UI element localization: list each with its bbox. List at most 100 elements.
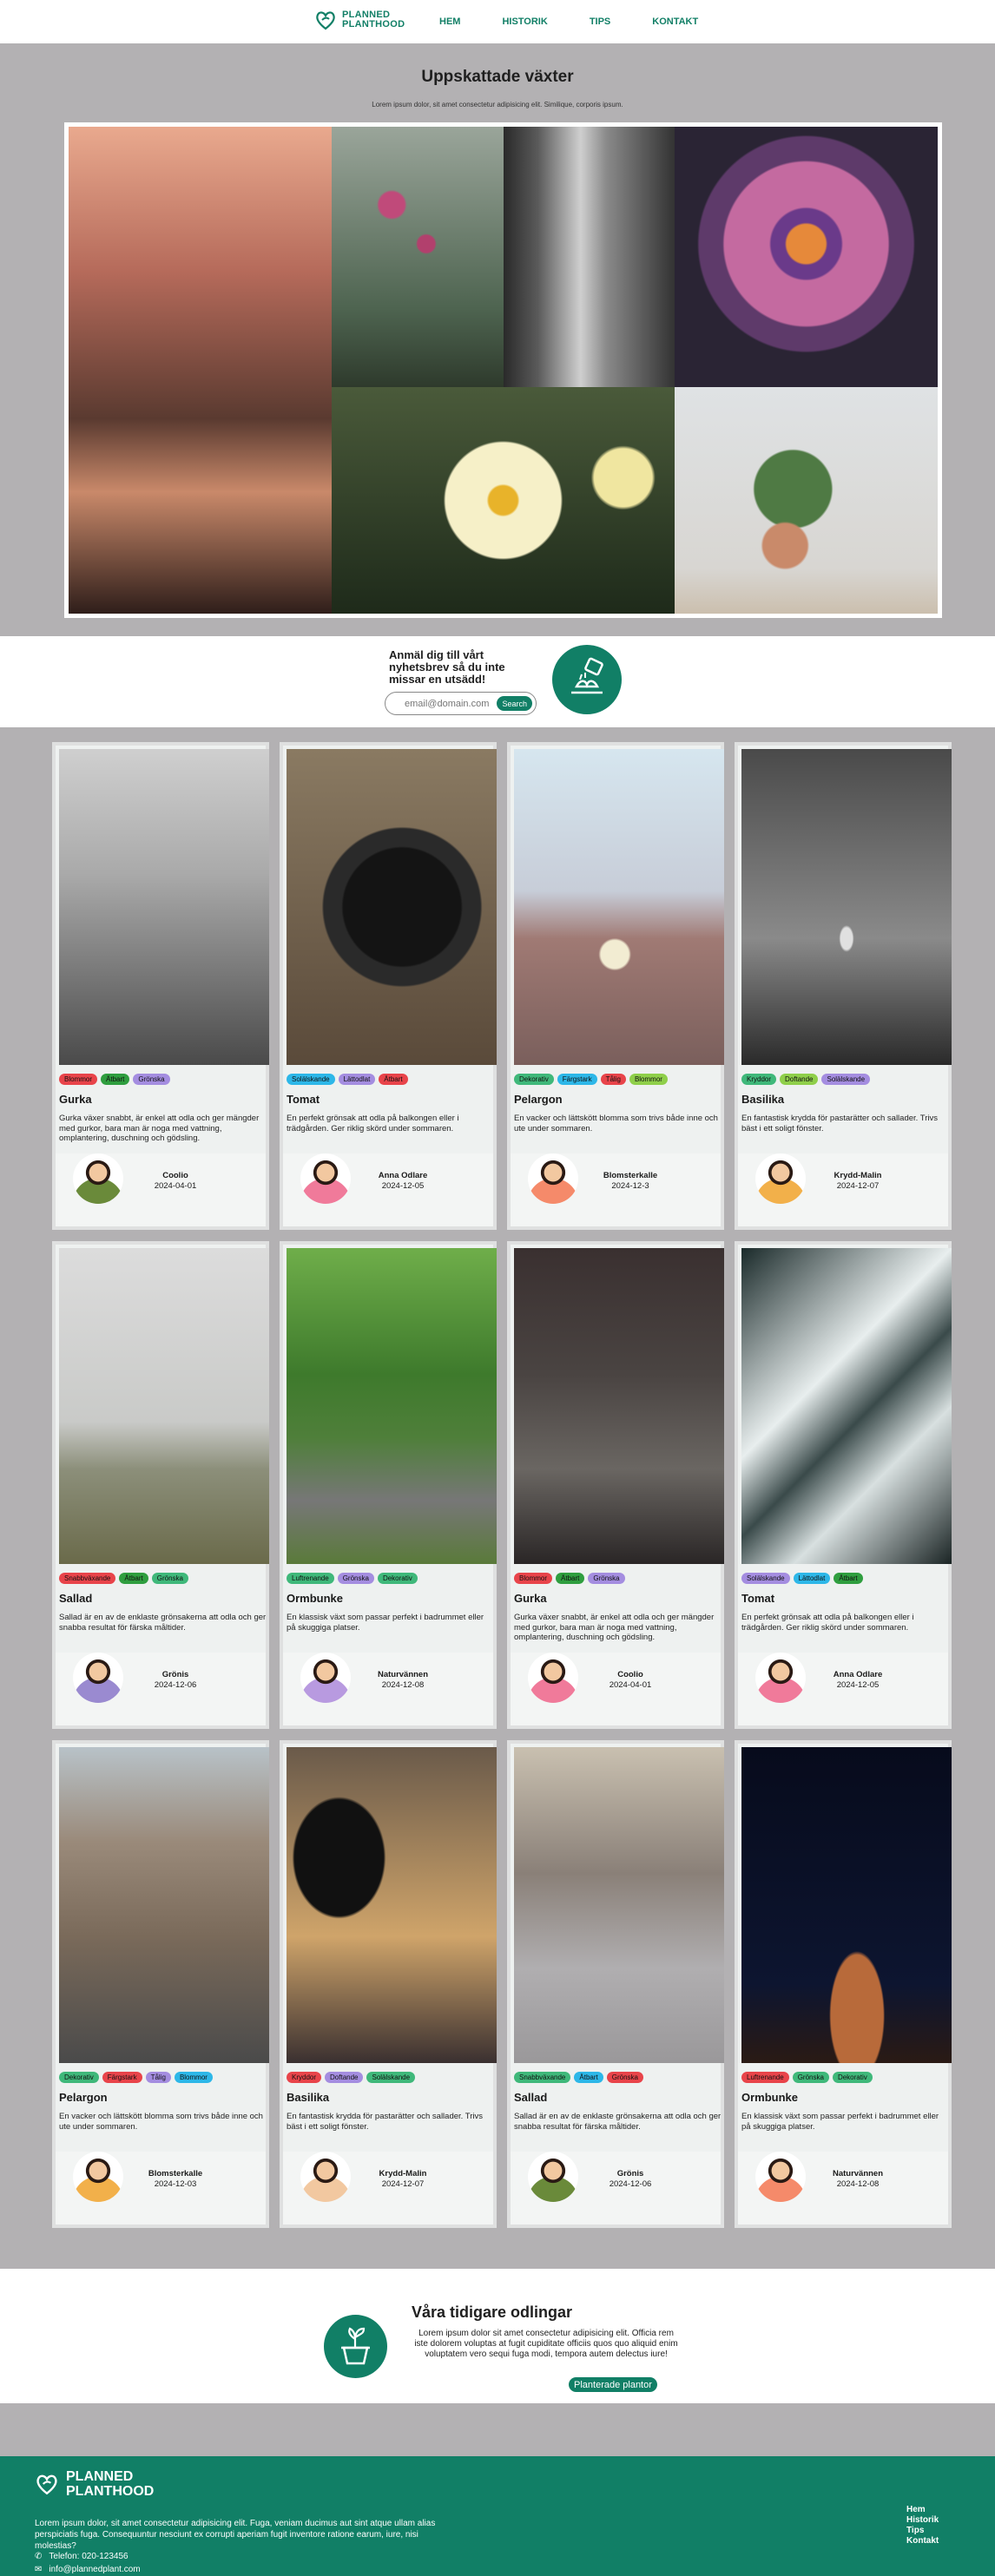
footer-link-hem[interactable]: Hem [906,2505,939,2515]
card-description: Gurka växer snabbt, är enkel att odla oc… [514,1613,715,1642]
tag-badge[interactable]: Grönska [606,2072,643,2083]
tag-badge[interactable]: Blommor [514,1573,553,1584]
card-description: Sallad är en av de enklaste grönsakerna … [514,2112,722,2132]
tag-badge[interactable]: Färgstark [557,1074,597,1085]
footer-logo-line2: PLANTHOOD [66,2484,155,2499]
newsletter-section: Anmäl dig till vårt nyhetsbrev så du int… [0,636,995,727]
card-title: Ormbunke [287,1592,344,1605]
newsletter-form: Search [385,692,537,715]
gallery-image-white-dahlia[interactable] [332,387,675,614]
tag-badge[interactable]: Grönska [133,1074,170,1085]
plant-card[interactable]: Blommor Ätbart Grönska Gurka Gurka växer s… [52,742,269,1230]
tag-badge[interactable]: Dekorativ [377,1573,418,1584]
top-nav: PLANNED PLANTHOOD HEM HISTORIK TIPS KONTA… [0,0,995,43]
tag-badge[interactable]: Färgstark [102,2072,142,2083]
nav-link-hem[interactable]: HEM [439,16,460,27]
avatar [528,1153,578,1204]
previous-section: Våra tidigare odlingar Lorem ipsum dolor… [0,2269,995,2403]
tag-badge[interactable]: Dekorativ [514,1074,554,1085]
card-tags: Dekorativ Färgstark Tålig Blommor [59,2072,213,2083]
email-text[interactable]: info@plannedplant.com [49,2565,140,2574]
plant-card[interactable]: Luftrenande Grönska Dekorativ Ormbunke En … [735,1740,952,2228]
search-button[interactable]: Search [497,696,532,711]
card-tags: Luftrenande Grönska Dekorativ [741,2072,873,2083]
tag-badge[interactable]: Luftrenande [741,2072,789,2083]
gallery-image-purple-flower[interactable] [675,127,938,387]
tag-badge[interactable]: Snabbväxande [514,2072,571,2083]
newsletter-text: Anmäl dig till vårt nyhetsbrev så du int… [389,648,505,686]
plant-card[interactable]: Solälskande Lättodlat Ätbart Tomat En perf… [280,742,497,1230]
footer-logo[interactable]: PLANNED PLANTHOOD [35,2469,154,2499]
tag-badge[interactable]: Blommor [174,2072,213,2083]
tag-badge[interactable]: Ätbart [574,2072,603,2083]
tag-badge[interactable]: Blommor [59,1074,98,1085]
card-description: En fantastisk krydda för pastarätter och… [741,1114,938,1134]
author-name: Naturvännen [832,2169,884,2178]
plant-card[interactable]: Blommor Ätbart Grönska Gurka Gurka växer s… [507,1241,724,1729]
tag-badge[interactable]: Ätbart [556,1573,585,1584]
avatar [300,2152,351,2202]
card-author: Naturvännen 2024-12-08 [738,2152,948,2224]
card-title: Tomat [287,1093,320,1106]
tag-badge[interactable]: Dekorativ [59,2072,99,2083]
tag-badge[interactable]: Solälskande [821,1074,871,1085]
tag-badge[interactable]: Lättodlat [793,1573,831,1584]
card-tags: Dekorativ Färgstark Tålig Blommor [514,1074,668,1085]
tag-badge[interactable]: Solälskande [366,2072,416,2083]
tag-badge[interactable]: Ätbart [101,1074,130,1085]
tag-badge[interactable]: Tålig [600,1074,626,1085]
logo[interactable]: PLANNED PLANTHOOD [314,9,405,31]
gallery-image-city-street[interactable] [504,127,675,387]
tag-badge[interactable]: Dekorativ [832,2072,873,2083]
email-field[interactable] [405,698,509,709]
plant-card[interactable]: Kryddor Doftande Solälskande Basilika En f… [735,742,952,1230]
tag-badge[interactable]: Snabbväxande [59,1573,116,1584]
tag-badge[interactable]: Doftande [780,1074,819,1085]
plant-card[interactable]: Dekorativ Färgstark Tålig Blommor Pelargon … [507,742,724,1230]
potted-plant-icon [324,2315,387,2378]
tag-badge[interactable]: Kryddor [287,2072,322,2083]
footer-link-kontakt[interactable]: Kontakt [906,2536,939,2546]
nav-link-historik[interactable]: HISTORIK [502,16,547,27]
tag-badge[interactable]: Ätbart [834,1573,863,1584]
plant-card[interactable]: Luftrenande Grönska Dekorativ Ormbunke En … [280,1241,497,1729]
plant-card[interactable]: Kryddor Doftande Solälskande Basilika En f… [280,1740,497,2228]
tag-badge[interactable]: Tålig [145,2072,171,2083]
tag-badge[interactable]: Kryddor [741,1074,777,1085]
tag-badge[interactable]: Luftrenande [287,1573,334,1584]
card-author: Krydd-Malin 2024-12-07 [738,1153,948,1226]
phone-icon: ✆ [35,2552,43,2561]
tag-badge[interactable]: Grönska [337,1573,374,1584]
planted-plants-button[interactable]: Planterade plantor [569,2377,657,2392]
tag-badge[interactable]: Blommor [629,1074,668,1085]
card-author: Grönis 2024-12-06 [56,1653,266,1725]
plant-card[interactable]: Snabbväxande Ätbart Grönska Sallad Sallad … [507,1740,724,2228]
avatar [755,2152,806,2202]
author-name: Krydd-Malin [379,2169,427,2178]
footer-link-historik[interactable]: Historik [906,2515,939,2526]
card-title: Sallad [514,2091,548,2104]
tag-badge[interactable]: Grönska [151,1573,188,1584]
nav-link-kontakt[interactable]: KONTAKT [652,16,698,27]
gallery-image-pink-flowers[interactable] [332,127,504,387]
gallery-image-canal[interactable] [69,127,332,614]
previous-title: Våra tidigare odlingar [412,2303,573,2321]
gallery-image-watering-can[interactable] [675,387,938,614]
tag-badge[interactable]: Ätbart [379,1074,408,1085]
tag-badge[interactable]: Solälskande [287,1074,335,1085]
card-title: Pelargon [59,2091,108,2104]
tag-badge[interactable]: Solälskande [741,1573,790,1584]
avatar [300,1153,351,1204]
tag-badge[interactable]: Grönska [792,2072,829,2083]
tag-badge[interactable]: Ätbart [119,1573,148,1584]
tag-badge[interactable]: Grönska [588,1573,625,1584]
tag-badge[interactable]: Doftande [325,2072,364,2083]
plant-card[interactable]: Snabbväxande Ätbart Grönska Sallad Sallad … [52,1241,269,1729]
card-tags: Solälskande Lättodlat Ätbart [741,1573,863,1584]
card-title: Sallad [59,1592,93,1605]
plant-card[interactable]: Dekorativ Färgstark Tålig Blommor Pelargon … [52,1740,269,2228]
tag-badge[interactable]: Lättodlat [338,1074,376,1085]
plant-card[interactable]: Solälskande Lättodlat Ätbart Tomat En perf… [735,1241,952,1729]
nav-link-tips[interactable]: TIPS [590,16,610,27]
footer-link-tips[interactable]: Tips [906,2526,939,2536]
